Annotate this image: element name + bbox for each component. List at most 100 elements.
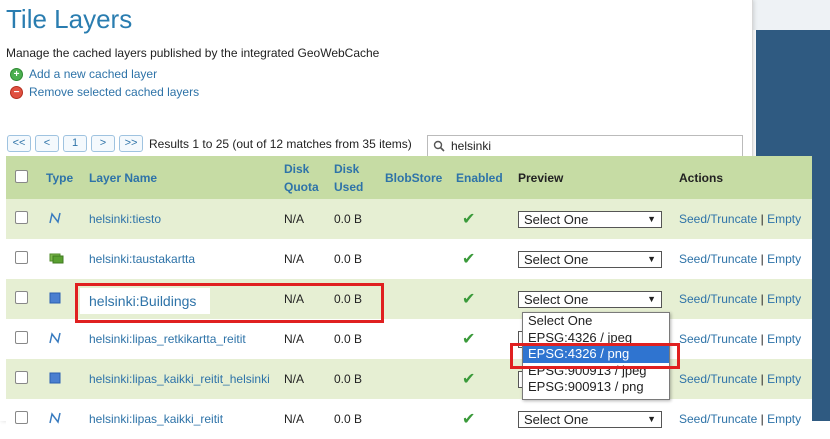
buildings-name-cell: helsinki:Buildings: [80, 288, 210, 314]
empty-link[interactable]: Empty: [767, 412, 801, 426]
select-all-cell[interactable]: [6, 156, 40, 199]
actions-separator: |: [760, 372, 764, 386]
pager: << < 1 > >> Results 1 to 25 (out of 12 m…: [7, 135, 412, 152]
seed-truncate-link[interactable]: Seed/Truncate: [679, 292, 757, 306]
layer-name-link[interactable]: helsinki:lipas_kaikki_reitit_helsinki: [89, 372, 270, 386]
header-blobstore[interactable]: BlobStore: [381, 156, 454, 199]
layer-type-cell: [40, 319, 83, 359]
remove-cached-layers-link[interactable]: − Remove selected cached layers: [10, 85, 199, 99]
disk-used-cell: 0.0 B: [334, 372, 363, 386]
next-page-button[interactable]: >: [91, 135, 115, 152]
check-icon: ✔: [462, 211, 476, 228]
layer-name-cell: helsinki:lipas_kaikki_reitit: [83, 399, 279, 439]
row-checkbox[interactable]: [15, 291, 28, 304]
dropdown-option[interactable]: Select One: [523, 313, 669, 330]
dropdown-option[interactable]: EPSG:4326 / jpeg: [523, 330, 669, 347]
header-enabled[interactable]: Enabled: [454, 156, 516, 199]
table-row: helsinki:tiesto N/A 0.0 B ✔ Select One ▼ Seed/…: [6, 199, 812, 239]
layer-name-cell: helsinki:lipas_kaikki_reitit_helsinki: [83, 359, 279, 399]
preview-dropdown-list[interactable]: Select One EPSG:4326 / jpeg EPSG:4326 / …: [522, 312, 670, 400]
disk-quota-cell: N/A: [284, 412, 305, 426]
disk-quota-cell: N/A: [284, 252, 305, 266]
raster-layer-icon: [48, 253, 64, 268]
seed-truncate-link[interactable]: Seed/Truncate: [679, 332, 757, 346]
preview-cell: Select One ▼: [516, 399, 677, 439]
header-disk-used-line1: Disk: [334, 161, 360, 176]
check-icon: ✔: [462, 331, 476, 348]
prev-page-button[interactable]: <: [35, 135, 59, 152]
layer-name-link[interactable]: helsinki:tiesto: [89, 212, 161, 226]
chevron-down-icon: ▼: [647, 414, 656, 424]
row-checkbox[interactable]: [15, 371, 28, 384]
dropdown-option-selected[interactable]: EPSG:4326 / png: [523, 346, 669, 363]
search-icon: [433, 140, 445, 152]
results-count: Results 1 to 25 (out of 12 matches from …: [149, 136, 412, 151]
search-input[interactable]: [451, 139, 731, 153]
search-box[interactable]: [427, 135, 743, 157]
preview-select[interactable]: Select One ▼: [518, 290, 662, 308]
row-checkbox-cell[interactable]: [6, 279, 40, 319]
header-layer-name[interactable]: Layer Name: [83, 156, 279, 199]
dropdown-option[interactable]: EPSG:900913 / jpeg: [523, 363, 669, 380]
empty-link[interactable]: Empty: [767, 372, 801, 386]
last-page-button[interactable]: >>: [119, 135, 143, 152]
empty-link[interactable]: Empty: [767, 212, 801, 226]
check-icon: ✔: [462, 371, 476, 388]
chevron-down-icon: ▼: [647, 294, 656, 304]
row-checkbox[interactable]: [15, 211, 28, 224]
blobstore-cell: [381, 359, 454, 399]
layer-type-cell: [40, 199, 83, 239]
row-checkbox[interactable]: [15, 251, 28, 264]
buildings-layer-link[interactable]: helsinki:Buildings: [89, 293, 196, 309]
actions-cell: Seed/Truncate | Empty: [677, 199, 812, 239]
row-checkbox-cell[interactable]: [6, 199, 40, 239]
layer-name-link[interactable]: helsinki:lipas_retkikartta_reitit: [89, 332, 246, 346]
row-checkbox-cell[interactable]: [6, 399, 40, 439]
layer-type-cell: [40, 359, 83, 399]
row-checkbox-cell[interactable]: [6, 359, 40, 399]
blobstore-cell: [381, 399, 454, 439]
dropdown-option[interactable]: EPSG:900913 / png: [523, 379, 669, 396]
seed-truncate-link[interactable]: Seed/Truncate: [679, 212, 757, 226]
header-disk-used[interactable]: Disk Used: [329, 156, 381, 199]
disk-used-cell: 0.0 B: [334, 252, 363, 266]
layer-name-link[interactable]: helsinki:taustakartta: [89, 252, 195, 266]
preview-select-value: Select One: [524, 251, 589, 267]
first-page-button[interactable]: <<: [7, 135, 31, 152]
disk-used-cell: 0.0 B: [334, 212, 363, 226]
select-all-checkbox[interactable]: [15, 169, 28, 183]
polygon-layer-icon: [48, 372, 62, 388]
add-cached-layer-link[interactable]: + Add a new cached layer: [10, 67, 157, 81]
blobstore-cell: [381, 199, 454, 239]
side-panel-band: [752, 0, 830, 30]
disk-quota-cell: N/A: [284, 292, 305, 306]
seed-truncate-link[interactable]: Seed/Truncate: [679, 372, 757, 386]
row-checkbox-cell[interactable]: [6, 319, 40, 359]
preview-select-value: Select One: [524, 291, 589, 307]
header-disk-quota-line1: Disk: [284, 161, 310, 176]
header-disk-quota[interactable]: Disk Quota: [279, 156, 329, 199]
seed-truncate-link[interactable]: Seed/Truncate: [679, 412, 757, 426]
blobstore-cell: [381, 239, 454, 279]
check-icon: ✔: [462, 411, 476, 428]
empty-link[interactable]: Empty: [767, 332, 801, 346]
header-type[interactable]: Type: [40, 156, 83, 199]
preview-select[interactable]: Select One ▼: [518, 410, 662, 428]
preview-select[interactable]: Select One ▼: [518, 210, 662, 228]
actions-cell: Seed/Truncate | Empty: [677, 359, 812, 399]
table-row: helsinki:lipas_retkikartta_reitit N/A 0.0 …: [6, 319, 812, 359]
remove-cached-layers-label: Remove selected cached layers: [29, 85, 200, 99]
layer-name-link[interactable]: helsinki:lipas_kaikki_reitit: [89, 412, 223, 426]
row-checkbox[interactable]: [15, 411, 28, 424]
row-checkbox-cell[interactable]: [6, 239, 40, 279]
page-1-button[interactable]: 1: [63, 135, 87, 152]
table-row: helsinki:lipas_kaikki_reitit_helsinki N/A…: [6, 359, 812, 399]
empty-link[interactable]: Empty: [767, 292, 801, 306]
enabled-cell: ✔: [454, 199, 516, 239]
enabled-cell: ✔: [454, 399, 516, 439]
preview-select[interactable]: Select One ▼: [518, 250, 662, 268]
empty-link[interactable]: Empty: [767, 252, 801, 266]
seed-truncate-link[interactable]: Seed/Truncate: [679, 252, 757, 266]
table-row: helsinki:taustakartta N/A 0.0 B ✔ Select One…: [6, 239, 812, 279]
row-checkbox[interactable]: [15, 331, 28, 344]
